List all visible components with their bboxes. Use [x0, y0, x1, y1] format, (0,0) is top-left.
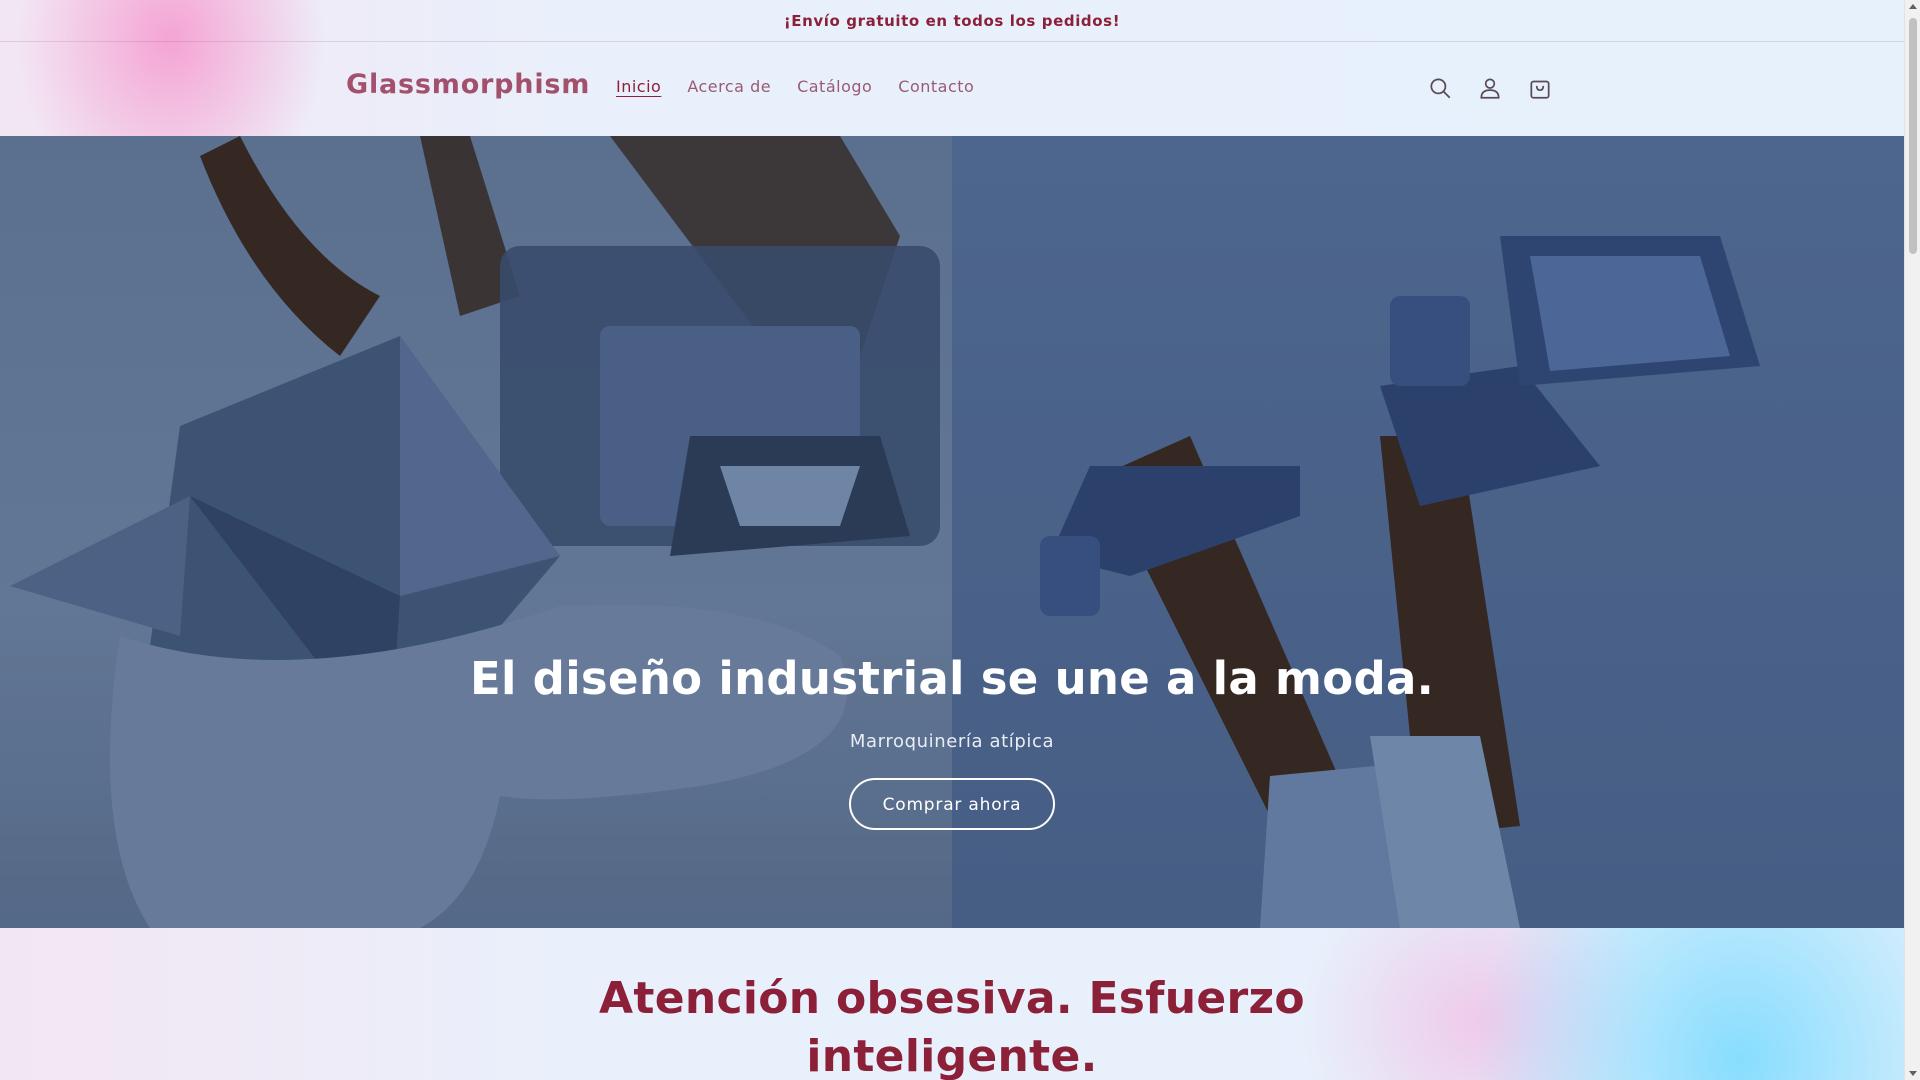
search-button[interactable] — [1425, 73, 1455, 103]
search-icon — [1430, 78, 1451, 99]
announcement-text: ¡Envío gratuito en todos los pedidos! — [783, 11, 1121, 30]
scroll-up-arrow-icon[interactable] — [1909, 4, 1917, 9]
account-icon — [1480, 78, 1500, 99]
hero-content: El diseño industrial se une a la moda. M… — [0, 652, 1904, 830]
hero-banner: El diseño industrial se une a la moda. M… — [0, 136, 1904, 928]
site-header: Glassmorphism Inicio Acerca de Catálogo … — [0, 43, 1904, 135]
announcement-bar: ¡Envío gratuito en todos los pedidos! — [0, 0, 1904, 42]
nav-item-contacto[interactable]: Contacto — [898, 77, 974, 96]
main-nav: Inicio Acerca de Catálogo Contacto — [616, 77, 974, 96]
scroll-down-arrow-icon[interactable] — [1909, 1071, 1917, 1076]
scrollbar[interactable] — [1904, 0, 1920, 1080]
hero-title: El diseño industrial se une a la moda. — [469, 652, 1435, 705]
section-title: Atención obsesiva. Esfuerzo inteligente. — [0, 970, 1904, 1080]
page: ¡Envío gratuito en todos los pedidos! Gl… — [0, 0, 1904, 1080]
cart-icon — [1530, 80, 1550, 99]
nav-item-inicio[interactable]: Inicio — [616, 77, 661, 96]
header-icons — [1425, 73, 1555, 103]
cart-button[interactable] — [1525, 73, 1555, 103]
shop-now-button[interactable]: Comprar ahora — [848, 778, 1056, 830]
site-logo[interactable]: Glassmorphism — [346, 69, 590, 100]
nav-item-acerca-de[interactable]: Acerca de — [687, 77, 771, 96]
nav-item-catalogo[interactable]: Catálogo — [797, 77, 872, 96]
section-title-line-2: inteligente. — [806, 1031, 1098, 1080]
section-title-line-1: Atención obsesiva. Esfuerzo — [599, 973, 1305, 1024]
scrollbar-thumb[interactable] — [1909, 18, 1917, 254]
hero-subtitle: Marroquinería atípica — [849, 731, 1055, 752]
account-button[interactable] — [1475, 73, 1505, 103]
